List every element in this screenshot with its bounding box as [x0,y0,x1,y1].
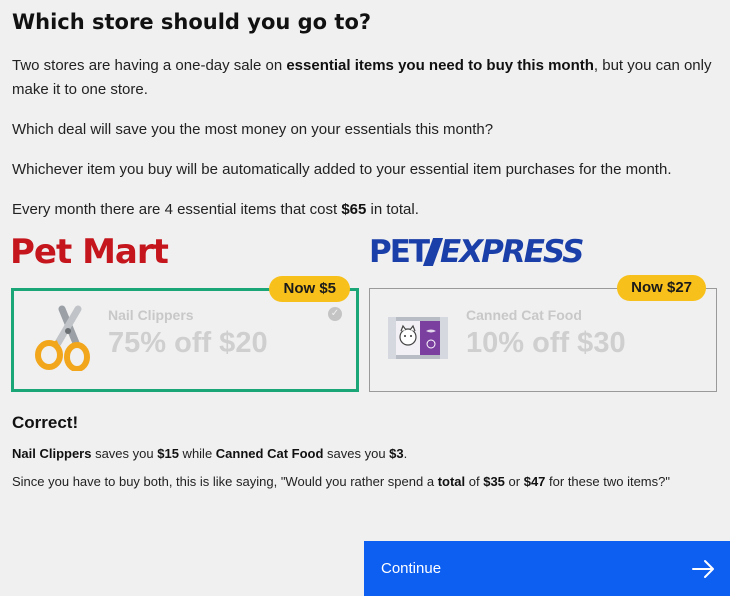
feedback-line-2: Since you have to buy both, this is like… [12,474,670,489]
pet-express-logo: PET EXPRESS [369,234,584,270]
intro-paragraph-2: Which deal will save you the most money … [12,121,494,138]
price-badge: Now $5 [269,276,350,302]
intro-paragraph-4: Every month there are 4 essential items … [12,201,419,218]
arrow-right-icon [692,560,714,578]
deal-card-pet-express[interactable]: Now $27 Canned Cat Food 10% off $30 [369,275,717,392]
feedback-line-1: Nail Clippers saves you $15 while Canned… [12,446,408,461]
pet-mart-logo: Pet Mart [10,232,169,272]
deal-card-pet-mart[interactable]: Now $5 Nail Clippers 75% off $20 ✓ [11,276,359,392]
item-name: Nail Clippers [108,307,194,323]
check-icon: ✓ [328,307,342,321]
page-title: Which store should you go to? [12,10,372,34]
continue-button[interactable]: Continue [364,541,730,596]
intro-paragraph-3: Whichever item you buy will be automatic… [12,161,672,178]
continue-label: Continue [381,560,442,577]
item-deal: 10% off $30 [466,327,626,359]
cat-food-can-icon [388,317,448,359]
scissors-icon [35,305,90,371]
price-badge: Now $27 [617,275,706,301]
item-name: Canned Cat Food [466,307,582,323]
feedback-heading: Correct! [12,413,79,432]
intro-paragraph-1: Two stores are having a one-day sale on … [12,57,712,98]
item-deal: 75% off $20 [108,327,268,359]
